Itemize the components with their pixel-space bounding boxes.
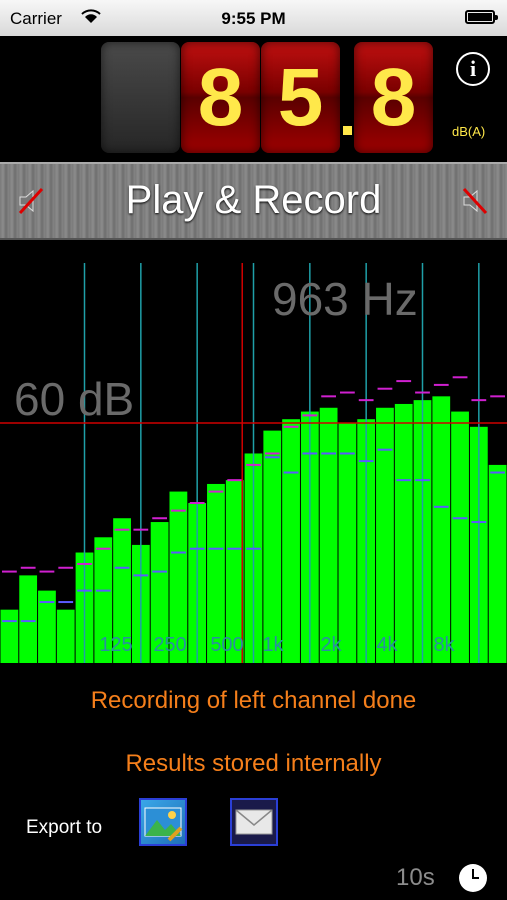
spectrum-bar [338, 423, 357, 663]
octave-label: 1k [262, 634, 284, 656]
battery-icon [465, 10, 498, 24]
octave-label: 4k [376, 634, 398, 656]
export-label: Export to [26, 817, 103, 838]
level-readout: 60 dB [14, 373, 135, 425]
spectrum-bar [282, 419, 300, 663]
meter-unit: dB(A) [452, 124, 486, 139]
play-record-button[interactable]: Play & Record [0, 162, 507, 240]
spectrum-bar [263, 430, 282, 663]
mail-icon[interactable] [230, 798, 278, 846]
spectrum-bar [394, 403, 413, 663]
meter-digit-2: 8 [181, 42, 260, 153]
octave-label: 500 [210, 634, 243, 656]
timer-label: 10s [396, 864, 435, 891]
play-record-title: Play & Record [125, 178, 382, 222]
spectrum-bar [376, 407, 394, 663]
meter-digit-3: 5 [261, 42, 340, 153]
spectrum-bar [19, 575, 38, 663]
status-message-stored: Results stored internally [125, 750, 382, 777]
status-bar: Carrier 9:55 PM [0, 0, 507, 36]
spectrum-bar [432, 396, 451, 663]
spectrum-bar [0, 609, 19, 663]
decimal-point [343, 126, 352, 135]
status-message-recording: Recording of left channel done [90, 687, 417, 714]
info-button[interactable]: i [456, 52, 490, 86]
octave-label: 2k [320, 634, 342, 656]
spectrum-bar [56, 609, 75, 663]
octave-label: 250 [153, 634, 186, 656]
octave-label: 125 [99, 634, 132, 656]
spectrum-bar [488, 464, 507, 663]
clock-time: 9:55 PM [221, 9, 286, 28]
spectrum-bar [451, 411, 469, 663]
meter-digit-4: 8 [354, 42, 433, 153]
mute-right-icon[interactable] [460, 186, 490, 216]
clock-icon[interactable] [459, 864, 487, 892]
meter-digit-1 [101, 42, 180, 153]
mute-left-icon[interactable] [16, 186, 46, 216]
octave-label: 8k [433, 634, 455, 656]
spectrum-chart[interactable]: 125 250 500 1k 2k 4k 8k [0, 245, 507, 670]
photos-icon[interactable] [139, 798, 187, 846]
spectrum-bar [319, 407, 338, 663]
frequency-readout: 963 Hz [272, 273, 418, 325]
